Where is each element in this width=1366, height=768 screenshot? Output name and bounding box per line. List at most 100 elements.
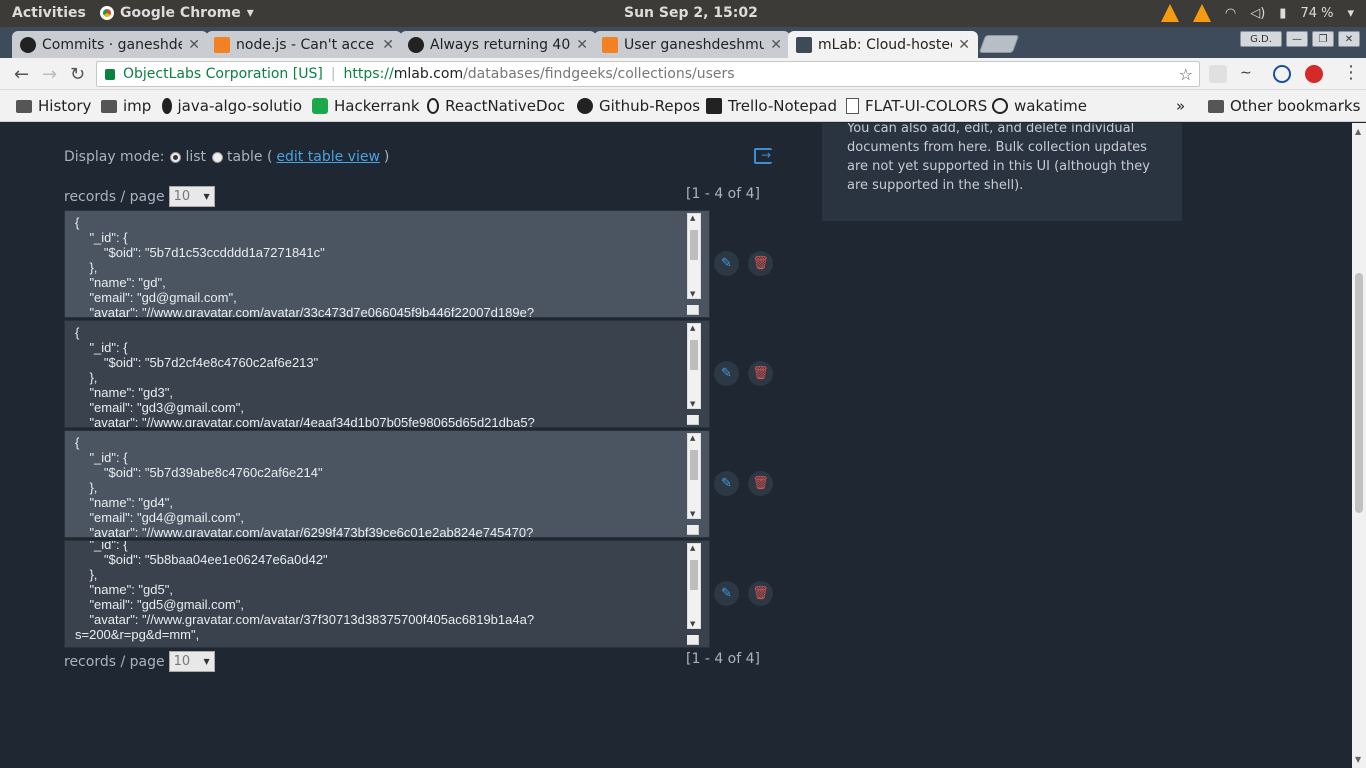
url-protocol: https://: [343, 66, 394, 82]
tab-mlab[interactable]: mLab: Cloud-hostec ✕: [788, 31, 978, 58]
chevron-down-icon[interactable]: ▾: [1347, 6, 1354, 21]
resize-handle[interactable]: [687, 415, 699, 425]
activities-button[interactable]: Activities: [12, 5, 86, 21]
scroll-down-icon[interactable]: ▼: [690, 400, 695, 408]
clock[interactable]: Sun Sep 2, 15:02: [624, 5, 758, 21]
delete-document-button[interactable]: 🗑: [748, 581, 773, 606]
scroll-thumb[interactable]: [690, 560, 698, 590]
record-scrollbar[interactable]: ▲ ▼: [687, 323, 701, 409]
delete-document-button[interactable]: 🗑: [748, 471, 773, 496]
battery-icon[interactable]: ▮: [1279, 6, 1286, 21]
page-scroll-thumb[interactable]: [1355, 273, 1363, 513]
record-json[interactable]: { "_id": { "$oid": "5b7d2cf4e8c4760c2af6…: [65, 321, 709, 427]
wifi-icon[interactable]: ◠: [1225, 6, 1236, 21]
records-per-page-label: records / page: [64, 188, 165, 205]
record-document[interactable]: { "_id": { "$oid": "5b7d1c53ccdddd1a7271…: [64, 210, 710, 318]
export-icon[interactable]: →: [754, 148, 772, 164]
record-scrollbar[interactable]: ▲ ▼: [687, 213, 701, 299]
scroll-up-icon[interactable]: ▲: [690, 324, 695, 332]
edit-document-button[interactable]: ✎: [714, 251, 739, 276]
edit-document-button[interactable]: ✎: [714, 361, 739, 386]
bookmarks-overflow-button[interactable]: »: [1176, 97, 1185, 115]
scroll-up-icon[interactable]: ▲: [690, 544, 695, 552]
close-icon[interactable]: ✕: [770, 37, 782, 53]
resize-handle[interactable]: [687, 305, 699, 315]
scroll-down-icon[interactable]: ▼: [690, 290, 695, 298]
bookmark-star-icon[interactable]: ☆: [1179, 65, 1193, 84]
github-icon: [577, 98, 593, 114]
bookmark-other[interactable]: Other bookmarks: [1208, 97, 1360, 115]
bookmark-trello-notepad[interactable]: Trello-Notepad: [706, 97, 837, 115]
menu-icon[interactable]: ⋮: [1342, 62, 1360, 83]
bookmark-flat-ui-colors[interactable]: FLAT-UI-COLORS: [846, 97, 987, 115]
scroll-up-icon[interactable]: ▲: [690, 434, 695, 442]
delete-document-button[interactable]: 🗑: [748, 251, 773, 276]
system-tray[interactable]: ◠ ◁) ▮ 74 % ▾: [1160, 4, 1354, 22]
tab-user[interactable]: User ganeshdeshmu ✕: [594, 31, 790, 58]
resize-handle[interactable]: [687, 635, 699, 645]
extension-icon[interactable]: [1209, 65, 1227, 83]
close-window-button[interactable]: ✕: [1338, 31, 1360, 47]
edit-table-view-link[interactable]: edit table view: [276, 149, 379, 165]
close-icon[interactable]: ✕: [958, 37, 970, 53]
tab-always-returning[interactable]: Always returning 40 ✕: [400, 31, 596, 58]
tab-commits[interactable]: Commits · ganeshde ✕: [12, 31, 208, 58]
edit-document-button[interactable]: ✎: [714, 471, 739, 496]
tab-nodejs[interactable]: node.js - Can't acce ✕: [206, 31, 402, 58]
scroll-down-icon[interactable]: ▼: [690, 510, 695, 518]
scroll-down-icon[interactable]: ▼: [1355, 755, 1361, 764]
site-identity[interactable]: ObjectLabs Corporation [US]: [123, 66, 323, 82]
bookmark-history[interactable]: History: [16, 97, 91, 115]
delete-document-button[interactable]: 🗑: [748, 361, 773, 386]
blocker-icon[interactable]: [1273, 65, 1291, 83]
adblock-plus-icon[interactable]: [1305, 65, 1323, 83]
new-tab-button[interactable]: [978, 35, 1020, 53]
pager-top: records / page 10 ▼: [64, 186, 215, 207]
bookmark-hackerrank[interactable]: Hackerrank: [312, 97, 420, 115]
record-document[interactable]: "_id": { "$oid": "5b8baa04ee1e06247e6a0d…: [64, 540, 710, 648]
records-per-page-select[interactable]: 10 ▼: [168, 186, 215, 207]
record-document[interactable]: { "_id": { "$oid": "5b7d2cf4e8c4760c2af6…: [64, 320, 710, 428]
scroll-thumb[interactable]: [690, 230, 698, 260]
record-scrollbar[interactable]: ▲ ▼: [687, 433, 701, 519]
record-json[interactable]: { "_id": { "$oid": "5b7d39abe8c4760c2af6…: [65, 431, 709, 537]
records-per-page-select[interactable]: 10 ▼: [168, 651, 215, 672]
record-scrollbar[interactable]: ▲ ▼: [687, 543, 701, 629]
bookmark-reactnativedoc[interactable]: ReactNativeDoc: [427, 97, 565, 115]
back-arrow-icon[interactable]: ←: [14, 64, 29, 85]
record-document[interactable]: { "_id": { "$oid": "5b7d39abe8c4760c2af6…: [64, 430, 710, 538]
forward-arrow-icon[interactable]: →: [42, 64, 57, 85]
resize-handle[interactable]: [687, 525, 699, 535]
maximize-button[interactable]: ❐: [1312, 31, 1334, 47]
volume-icon[interactable]: ◁): [1250, 6, 1265, 21]
scroll-thumb[interactable]: [690, 450, 698, 480]
bookmark-wakatime[interactable]: wakatime: [992, 97, 1087, 115]
bookmark-label: FLAT-UI-COLORS: [865, 97, 988, 115]
close-icon[interactable]: ✕: [188, 37, 200, 53]
minimize-button[interactable]: —: [1286, 31, 1308, 47]
vlc-icon[interactable]: [1192, 4, 1211, 22]
app-menu[interactable]: Google Chrome ▾: [100, 5, 254, 21]
table-radio[interactable]: [212, 151, 224, 163]
close-icon[interactable]: ✕: [382, 37, 394, 53]
profile-button[interactable]: G.D.: [1240, 31, 1282, 47]
bookmark-java-algo[interactable]: java-algo-solutio: [162, 97, 302, 115]
vlc-icon[interactable]: [1160, 4, 1179, 22]
record-json[interactable]: "_id": { "$oid": "5b8baa04ee1e06247e6a0d…: [65, 541, 709, 642]
tilde-extension-icon[interactable]: ∼: [1240, 65, 1258, 83]
edit-document-button[interactable]: ✎: [714, 581, 739, 606]
list-radio[interactable]: [170, 151, 182, 163]
bookmark-imp[interactable]: imp: [101, 97, 151, 115]
close-icon[interactable]: ✕: [576, 37, 588, 53]
scroll-up-icon[interactable]: ▲: [1355, 127, 1361, 136]
bookmark-label: History: [38, 97, 92, 115]
address-bar[interactable]: ObjectLabs Corporation [US] | https:// m…: [96, 61, 1200, 87]
scroll-thumb[interactable]: [690, 340, 698, 370]
lock-icon[interactable]: [105, 68, 115, 80]
scroll-up-icon[interactable]: ▲: [690, 214, 695, 222]
bookmark-github-repos[interactable]: Github-Repos: [577, 97, 700, 115]
page-scrollbar[interactable]: ▲ ▼: [1352, 123, 1366, 768]
record-json[interactable]: { "_id": { "$oid": "5b7d1c53ccdddd1a7271…: [65, 211, 709, 317]
reload-icon[interactable]: ↻: [70, 64, 85, 85]
scroll-down-icon[interactable]: ▼: [690, 620, 695, 628]
